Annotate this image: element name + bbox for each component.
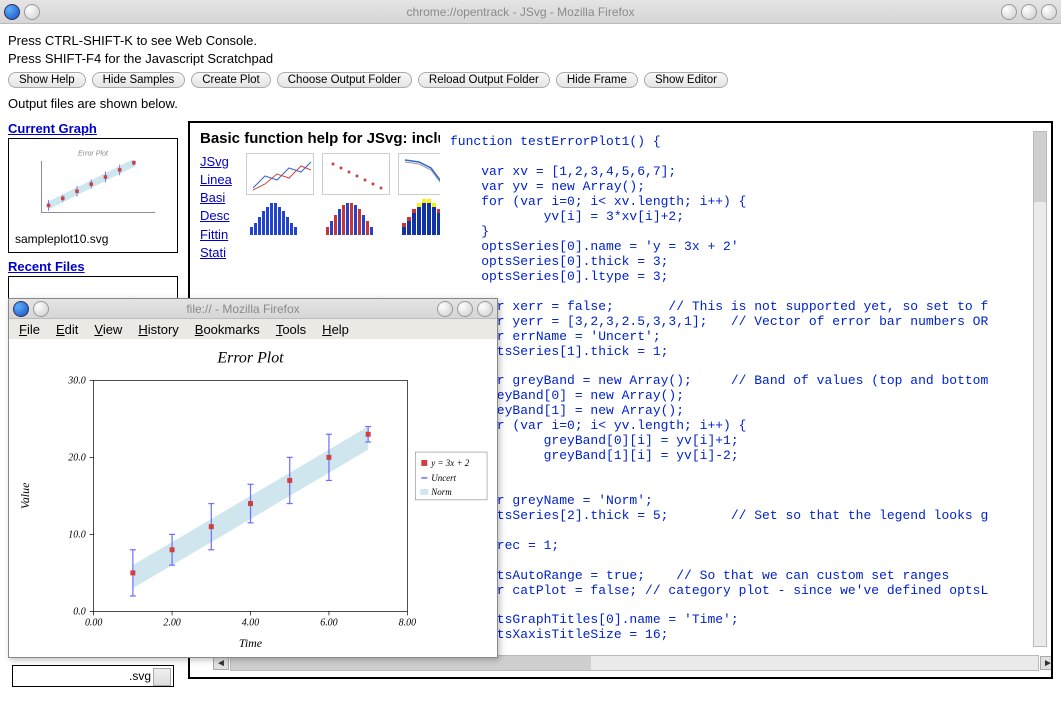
svg-extension-field[interactable]: .svg	[12, 665, 174, 687]
svg-text:4.00: 4.00	[242, 618, 259, 629]
show-editor-button[interactable]: Show Editor	[644, 72, 728, 88]
svg-text:Error Plot: Error Plot	[216, 350, 284, 367]
vertical-scrollbar[interactable]	[1033, 131, 1047, 647]
wm-button[interactable]	[33, 301, 49, 317]
recent-files-heading[interactable]: Recent Files	[8, 259, 85, 274]
menu-history[interactable]: History	[138, 322, 178, 337]
popup-titlebar[interactable]: file:// - Mozilla Firefox	[9, 299, 497, 319]
current-graph-thumb[interactable]: Error Plot	[8, 138, 178, 253]
svg-text:10.0: 10.0	[68, 530, 85, 541]
recent-files-box[interactable]	[8, 276, 178, 300]
menu-tools[interactable]: Tools	[276, 322, 306, 337]
create-plot-button[interactable]: Create Plot	[191, 72, 271, 88]
menu-view[interactable]: View	[94, 322, 122, 337]
plot-canvas: Error Plot 0.00 2.00 4.00 6.00 8.00 0.0 10.0 20.…	[9, 339, 497, 657]
firefox-icon	[4, 4, 20, 20]
doc-links: JSvg Linea Basi Desc Fittin Stati	[200, 153, 240, 262]
svg-text:Uncert: Uncert	[431, 473, 456, 483]
svg-text:0.00: 0.00	[85, 618, 102, 629]
svg-text:2.00: 2.00	[163, 618, 180, 629]
sample-thumb[interactable]	[246, 199, 314, 237]
reload-output-folder-button[interactable]: Reload Output Folder	[418, 72, 550, 88]
help-line-1: Press CTRL-SHIFT-K to see Web Console.	[8, 32, 1053, 50]
choose-output-folder-button[interactable]: Choose Output Folder	[277, 72, 412, 88]
current-graph-filename: sampleplot10.svg	[15, 232, 171, 246]
close-button[interactable]	[1041, 4, 1057, 20]
doc-link-jsvg[interactable]: JSvg	[200, 153, 240, 171]
sample-thumb[interactable]	[322, 153, 390, 195]
help-line-2: Press SHIFT-F4 for the Javascript Scratc…	[8, 50, 1053, 68]
svg-extension-label: .svg	[129, 669, 151, 683]
scroll-right-icon[interactable]: ►	[1040, 656, 1053, 670]
svg-text:Value: Value	[18, 482, 32, 509]
svg-text:Time: Time	[239, 637, 263, 651]
main-window-titlebar: chrome://opentrack - JSvg - Mozilla Fire…	[0, 0, 1061, 24]
doc-link-fittin[interactable]: Fittin	[200, 226, 240, 244]
popup-minimize-button[interactable]	[437, 301, 453, 317]
svg-text:8.00: 8.00	[399, 618, 416, 629]
svg-text:y = 3x + 2: y = 3x + 2	[430, 458, 469, 468]
svg-text:20.0: 20.0	[68, 453, 85, 464]
toolbar: Show Help Hide Samples Create Plot Choos…	[8, 72, 1053, 88]
hide-frame-button[interactable]: Hide Frame	[556, 72, 638, 88]
code-text: function testErrorPlot1() { var xv = [1,…	[440, 131, 1051, 647]
sample-gallery	[246, 153, 466, 237]
plot-popup-window: file:// - Mozilla Firefox File Edit View…	[8, 298, 498, 658]
popup-menubar: File Edit View History Bookmarks Tools H…	[9, 319, 497, 339]
minimize-button[interactable]	[1001, 4, 1017, 20]
popup-maximize-button[interactable]	[457, 301, 473, 317]
hide-samples-button[interactable]: Hide Samples	[92, 72, 186, 88]
sample-thumb[interactable]	[322, 199, 390, 237]
code-area[interactable]: function testErrorPlot1() { var xv = [1,…	[440, 131, 1051, 647]
menu-file[interactable]: File	[19, 322, 40, 337]
help-text: Press CTRL-SHIFT-K to see Web Console. P…	[8, 32, 1053, 68]
svg-text:6.00: 6.00	[320, 618, 337, 629]
current-graph-heading[interactable]: Current Graph	[8, 121, 97, 136]
firefox-icon	[13, 301, 29, 317]
maximize-button[interactable]	[1021, 4, 1037, 20]
svg-text:30.0: 30.0	[67, 376, 85, 387]
window-title: chrome://opentrack - JSvg - Mozilla Fire…	[40, 5, 1001, 19]
popup-title: file:// - Mozilla Firefox	[49, 302, 437, 316]
show-help-button[interactable]: Show Help	[8, 72, 86, 88]
doc-link-desc[interactable]: Desc	[200, 207, 240, 225]
doc-link-stati[interactable]: Stati	[200, 244, 240, 262]
svg-text:Norm: Norm	[430, 487, 452, 497]
sample-thumb[interactable]	[246, 153, 314, 195]
scroll-left-icon[interactable]: ◄	[213, 656, 229, 670]
svg-text:Error Plot: Error Plot	[78, 150, 109, 158]
svg-text:0.0: 0.0	[73, 607, 85, 618]
menu-bookmarks[interactable]: Bookmarks	[195, 322, 260, 337]
popup-close-button[interactable]	[477, 301, 493, 317]
menu-help[interactable]: Help	[322, 322, 349, 337]
menu-edit[interactable]: Edit	[56, 322, 78, 337]
doc-link-basi[interactable]: Basi	[200, 189, 240, 207]
output-label: Output files are shown below.	[8, 96, 1053, 111]
doc-link-linea[interactable]: Linea	[200, 171, 240, 189]
wm-button[interactable]	[24, 4, 40, 20]
